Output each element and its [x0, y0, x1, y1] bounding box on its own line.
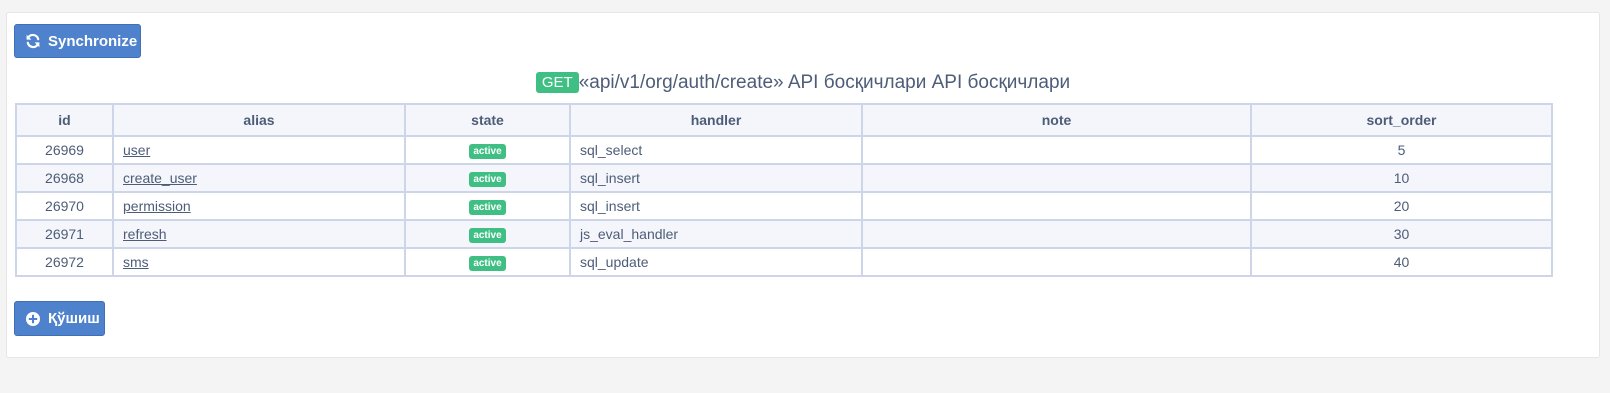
synchronize-button[interactable]: Synchronize [14, 24, 141, 58]
status-badge: active [469, 172, 506, 187]
table-row: 26972 sms active sql_update 40 [15, 247, 1553, 277]
cell-id: 26972 [15, 247, 114, 277]
page-title: GET «api/v1/org/auth/create» API босқичла… [7, 72, 1599, 94]
cell-note [861, 163, 1252, 193]
cell-handler: sql_insert [569, 191, 863, 221]
cell-state: active [404, 163, 571, 193]
method-badge: GET [535, 72, 579, 93]
api-steps-table: id alias state handler note sort_order 2… [15, 103, 1553, 277]
alias-link[interactable]: user [123, 142, 150, 158]
refresh-icon [25, 33, 41, 49]
cell-alias: user [112, 135, 406, 165]
table-row: 26971 refresh active js_eval_handler 30 [15, 219, 1553, 249]
status-badge: active [469, 144, 506, 159]
table-row: 26968 create_user active sql_insert 10 [15, 163, 1553, 193]
alias-link[interactable]: refresh [123, 226, 167, 242]
cell-alias: sms [112, 247, 406, 277]
cell-handler: sql_select [569, 135, 863, 165]
status-badge: active [469, 256, 506, 271]
alias-link[interactable]: sms [123, 254, 149, 270]
column-header-alias[interactable]: alias [112, 103, 406, 137]
cell-note [861, 219, 1252, 249]
cell-sort-order: 5 [1250, 135, 1553, 165]
cell-handler: js_eval_handler [569, 219, 863, 249]
add-label: Қўшиш [48, 310, 100, 327]
add-button[interactable]: Қўшиш [14, 301, 105, 336]
alias-link[interactable]: permission [123, 198, 191, 214]
alias-link[interactable]: create_user [123, 170, 197, 186]
cell-note [861, 135, 1252, 165]
cell-alias: refresh [112, 219, 406, 249]
plus-circle-icon [25, 311, 41, 327]
column-header-note[interactable]: note [861, 103, 1252, 137]
cell-id: 26969 [15, 135, 114, 165]
cell-handler: sql_update [569, 247, 863, 277]
cell-sort-order: 40 [1250, 247, 1553, 277]
cell-alias: permission [112, 191, 406, 221]
cell-sort-order: 10 [1250, 163, 1553, 193]
status-badge: active [469, 228, 506, 243]
cell-state: active [404, 135, 571, 165]
column-header-id[interactable]: id [15, 103, 114, 137]
cell-id: 26971 [15, 219, 114, 249]
table-row: 26969 user active sql_select 5 [15, 135, 1553, 165]
table-row: 26970 permission active sql_insert 20 [15, 191, 1553, 221]
page-title-text: «api/v1/org/auth/create» API босқичлари … [578, 72, 1071, 93]
cell-id: 26968 [15, 163, 114, 193]
synchronize-label: Synchronize [48, 32, 138, 50]
cell-sort-order: 30 [1250, 219, 1553, 249]
cell-handler: sql_insert [569, 163, 863, 193]
cell-alias: create_user [112, 163, 406, 193]
status-badge: active [469, 200, 506, 215]
cell-note [861, 191, 1252, 221]
cell-state: active [404, 191, 571, 221]
content-panel: Synchronize GET «api/v1/org/auth/create» … [6, 12, 1600, 358]
cell-state: active [404, 219, 571, 249]
cell-sort-order: 20 [1250, 191, 1553, 221]
column-header-state[interactable]: state [404, 103, 571, 137]
column-header-handler[interactable]: handler [569, 103, 863, 137]
table-header-row: id alias state handler note sort_order [15, 103, 1553, 137]
cell-state: active [404, 247, 571, 277]
column-header-sort-order[interactable]: sort_order [1250, 103, 1553, 137]
cell-note [861, 247, 1252, 277]
cell-id: 26970 [15, 191, 114, 221]
